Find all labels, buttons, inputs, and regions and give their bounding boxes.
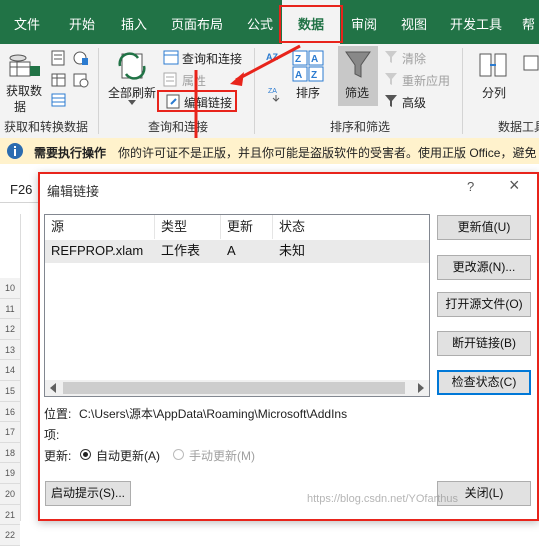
row-header[interactable]: 18 [0, 442, 20, 464]
row-header[interactable]: 22 [0, 525, 20, 546]
row-header[interactable]: 21 [0, 504, 20, 526]
row-header[interactable]: 19 [0, 463, 20, 484]
info-icon [7, 143, 23, 159]
row-header[interactable]: 11 [0, 298, 20, 320]
dialog-highlight [38, 172, 539, 521]
row-header[interactable]: 14 [0, 360, 20, 381]
row-header[interactable]: 13 [0, 339, 20, 361]
row-header[interactable]: 20 [0, 484, 20, 505]
row-header[interactable]: 17 [0, 422, 20, 443]
infobar-message: 你的许可证不是正版，并且你可能是盗版软件的受害者。使用正版 Office，避免 [118, 146, 537, 160]
row-header[interactable]: 12 [0, 319, 20, 340]
row-header[interactable]: 10 [0, 278, 20, 299]
name-box[interactable]: F26 [10, 182, 32, 197]
infobar-title: 需要执行操作 [34, 146, 107, 160]
grid-top-line [0, 202, 38, 203]
row-header[interactable]: 15 [0, 381, 20, 402]
grid-vline [20, 214, 21, 521]
row-header[interactable]: 16 [0, 401, 20, 423]
license-info-bar: 需要执行操作 你的许可证不是正版，并且你可能是盗版软件的受害者。使用正版 Off… [0, 138, 539, 165]
